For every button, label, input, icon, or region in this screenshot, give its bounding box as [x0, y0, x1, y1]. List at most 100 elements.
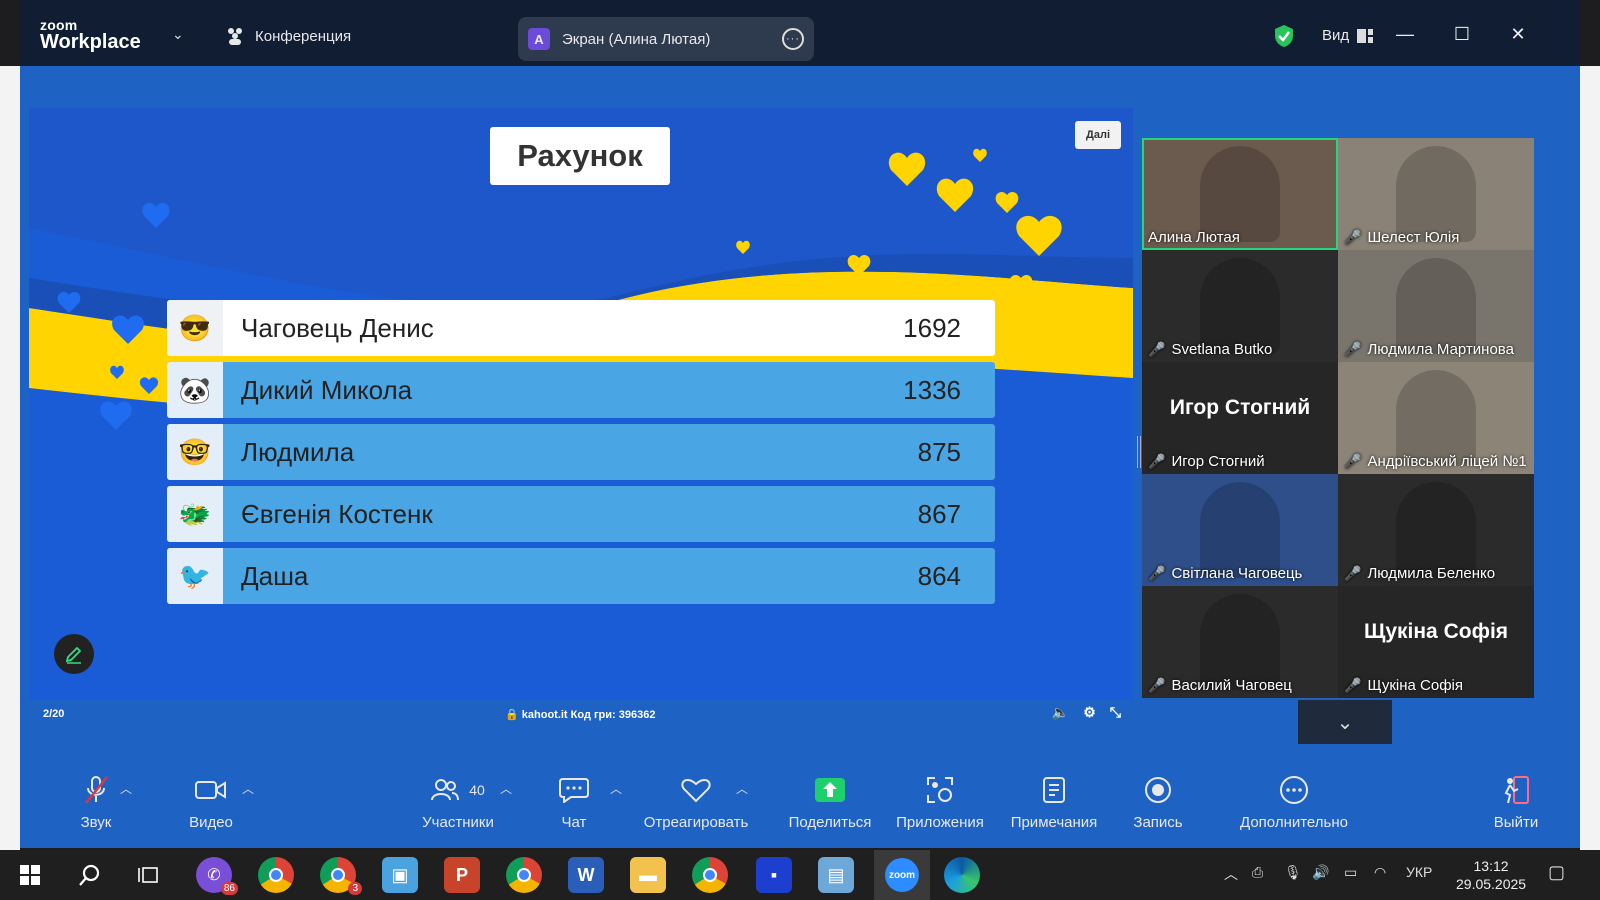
close-icon[interactable]: ✕: [1506, 24, 1530, 45]
participants-options-chevron-icon[interactable]: ︿: [500, 780, 512, 797]
participant-name: Игор Стогний: [1171, 453, 1265, 470]
printer-icon[interactable]: ⎙: [1252, 864, 1263, 881]
speaker-icon[interactable]: 🔊: [1312, 864, 1329, 881]
sunglasses-avatar-icon: 😎: [167, 300, 223, 356]
next-button[interactable]: Далі: [1075, 121, 1121, 149]
participant-name: Svetlana Butko: [1171, 341, 1273, 358]
participant-tile[interactable]: 🎤 Svetlana Butko: [1142, 250, 1338, 362]
tray-chevron-up-icon[interactable]: ︿: [1224, 864, 1238, 884]
more-options-icon[interactable]: ···: [782, 28, 804, 50]
participant-name: Алина Лютая: [1148, 229, 1240, 246]
video-button[interactable]: Видео: [174, 770, 248, 831]
annotate-button[interactable]: [54, 634, 94, 674]
word-icon[interactable]: W: [568, 857, 604, 893]
chrome-icon[interactable]: [258, 857, 294, 893]
monster-avatar-icon: 🐲: [167, 486, 223, 542]
game-code: 🔒 kahoot.it Код гри: 396362: [505, 709, 656, 721]
page-indicator: 2/20: [43, 708, 65, 720]
chat-options-chevron-icon[interactable]: ︿: [610, 780, 622, 797]
powerpoint-icon[interactable]: P: [444, 857, 480, 893]
meeting-label: Конференция: [255, 27, 352, 45]
player-name: Євгенія Костенк: [241, 498, 433, 529]
slide-title: Рахунок: [490, 127, 670, 185]
participant-video: [1396, 258, 1476, 354]
participant-name-placeholder: Игор Стогний: [1169, 396, 1311, 419]
participants-button[interactable]: 40 Участники: [408, 770, 508, 831]
search-icon[interactable]: [72, 857, 108, 893]
clock[interactable]: 13:12 29.05.2025: [1456, 857, 1526, 893]
participant-tile[interactable]: Игор Стогний 🎤 Игор Стогний: [1142, 362, 1338, 474]
control-panel-icon[interactable]: ▤: [818, 857, 854, 893]
participant-video: [1396, 482, 1476, 578]
participant-video: [1396, 370, 1476, 466]
chrome-alt-icon[interactable]: [506, 857, 542, 893]
player-score: 1692: [903, 312, 961, 343]
participant-tile[interactable]: Щукіна Софія 🎤 Щукіна Софія: [1338, 586, 1534, 698]
chrome-user-icon[interactable]: [692, 857, 728, 893]
battery-icon[interactable]: ▭: [1344, 864, 1357, 881]
muted-mic-icon: 🎤: [1344, 453, 1362, 469]
minimize-icon[interactable]: —: [1393, 24, 1417, 45]
remote-app-icon[interactable]: ▣: [382, 857, 418, 893]
leave-button[interactable]: Выйти: [1486, 770, 1546, 831]
wifi-icon[interactable]: ◠: [1374, 864, 1386, 881]
participant-label: 🎤 Svetlana Butko: [1148, 341, 1272, 358]
chrome-profile-icon[interactable]: 3: [320, 857, 362, 895]
notes-button[interactable]: Примечания: [1004, 770, 1104, 831]
app-window-icon[interactable]: ▪: [756, 857, 792, 893]
chevron-down-icon[interactable]: ⌄: [172, 26, 184, 43]
apps-button[interactable]: Приложения: [890, 770, 990, 831]
more-button[interactable]: Дополнительно: [1234, 770, 1354, 831]
notes-icon: [1004, 770, 1104, 810]
muted-mic-icon: 🎤: [1148, 565, 1166, 581]
participant-tile[interactable]: 🎤 Світлана Чаговець: [1142, 474, 1338, 586]
participant-tile[interactable]: 🎤 Людмила Мартинова: [1338, 250, 1534, 362]
notifications-icon[interactable]: ▢: [1548, 862, 1565, 883]
participant-name: Андріївський ліцей №1: [1367, 453, 1527, 470]
participant-label: 🎤 Андріївський ліцей №1: [1344, 453, 1527, 470]
more-dots-icon: [1234, 770, 1354, 810]
participant-video: [1396, 146, 1476, 242]
maximize-icon[interactable]: ☐: [1450, 24, 1474, 45]
leaderboard-row: 🤓 Людмила 875: [167, 424, 995, 480]
settings-gear-icon[interactable]: ⚙: [1083, 704, 1096, 721]
gallery-scroll-down-icon[interactable]: ⌄: [1298, 700, 1392, 744]
file-explorer-icon[interactable]: ▬: [630, 857, 666, 893]
fullscreen-exit-icon[interactable]: ⤡: [1110, 704, 1121, 721]
leaderboard-row: 🐼 Дикий Микола 1336: [167, 362, 995, 418]
audio-button[interactable]: Звук: [64, 770, 128, 831]
video-options-chevron-icon[interactable]: ︿: [242, 780, 254, 797]
encryption-shield-icon[interactable]: [1273, 24, 1295, 48]
participant-tile[interactable]: 🎤 Людмила Беленко: [1338, 474, 1534, 586]
screen-share-indicator[interactable]: A Экран (Алина Лютая) ···: [518, 17, 814, 61]
windows-start-icon[interactable]: [12, 857, 48, 893]
language-indicator[interactable]: УКР: [1406, 864, 1432, 880]
viber-icon[interactable]: ✆ 86: [196, 857, 238, 895]
participant-label: 🎤 Шелест Юлія: [1344, 229, 1459, 246]
record-button[interactable]: Запись: [1128, 770, 1188, 831]
leaderboard: 😎 Чаговець Денис 1692 🐼 Дикий Микола 1336 🤓 Люд…: [167, 300, 995, 610]
muted-mic-icon: 🎤: [1344, 341, 1362, 357]
player-score: 1336: [903, 374, 961, 405]
participant-tile[interactable]: 🎤 Андріївський ліцей №1: [1338, 362, 1534, 474]
participant-tile[interactable]: 🎤 Василий Чаговец: [1142, 586, 1338, 698]
zoom-taskbar-icon[interactable]: zoom: [874, 850, 930, 900]
edge-icon[interactable]: [944, 857, 980, 893]
share-screen-button[interactable]: Поделиться: [786, 770, 874, 831]
participant-label: 🎤 Світлана Чаговець: [1148, 565, 1302, 582]
player-name: Даша: [241, 560, 309, 591]
participant-tile[interactable]: Алина Лютая: [1142, 138, 1338, 250]
react-options-chevron-icon[interactable]: ︿: [736, 780, 748, 797]
view-button[interactable]: Вид: [1322, 27, 1374, 44]
participants-icon: [228, 28, 242, 45]
meeting-info-button[interactable]: Конференция: [225, 27, 351, 45]
muted-mic-icon: 🎤: [1344, 677, 1362, 693]
participant-tile[interactable]: 🎤 Шелест Юлія: [1338, 138, 1534, 250]
participant-name: Світлана Чаговець: [1171, 565, 1303, 582]
microphone-tray-icon[interactable]: 🎙: [1284, 864, 1302, 881]
task-view-icon[interactable]: [130, 857, 166, 893]
split-view-handle[interactable]: [1137, 436, 1141, 468]
audio-options-chevron-icon[interactable]: ︿: [120, 780, 132, 797]
volume-icon[interactable]: 🔈: [1052, 704, 1069, 721]
chat-button[interactable]: Чат: [554, 770, 594, 831]
